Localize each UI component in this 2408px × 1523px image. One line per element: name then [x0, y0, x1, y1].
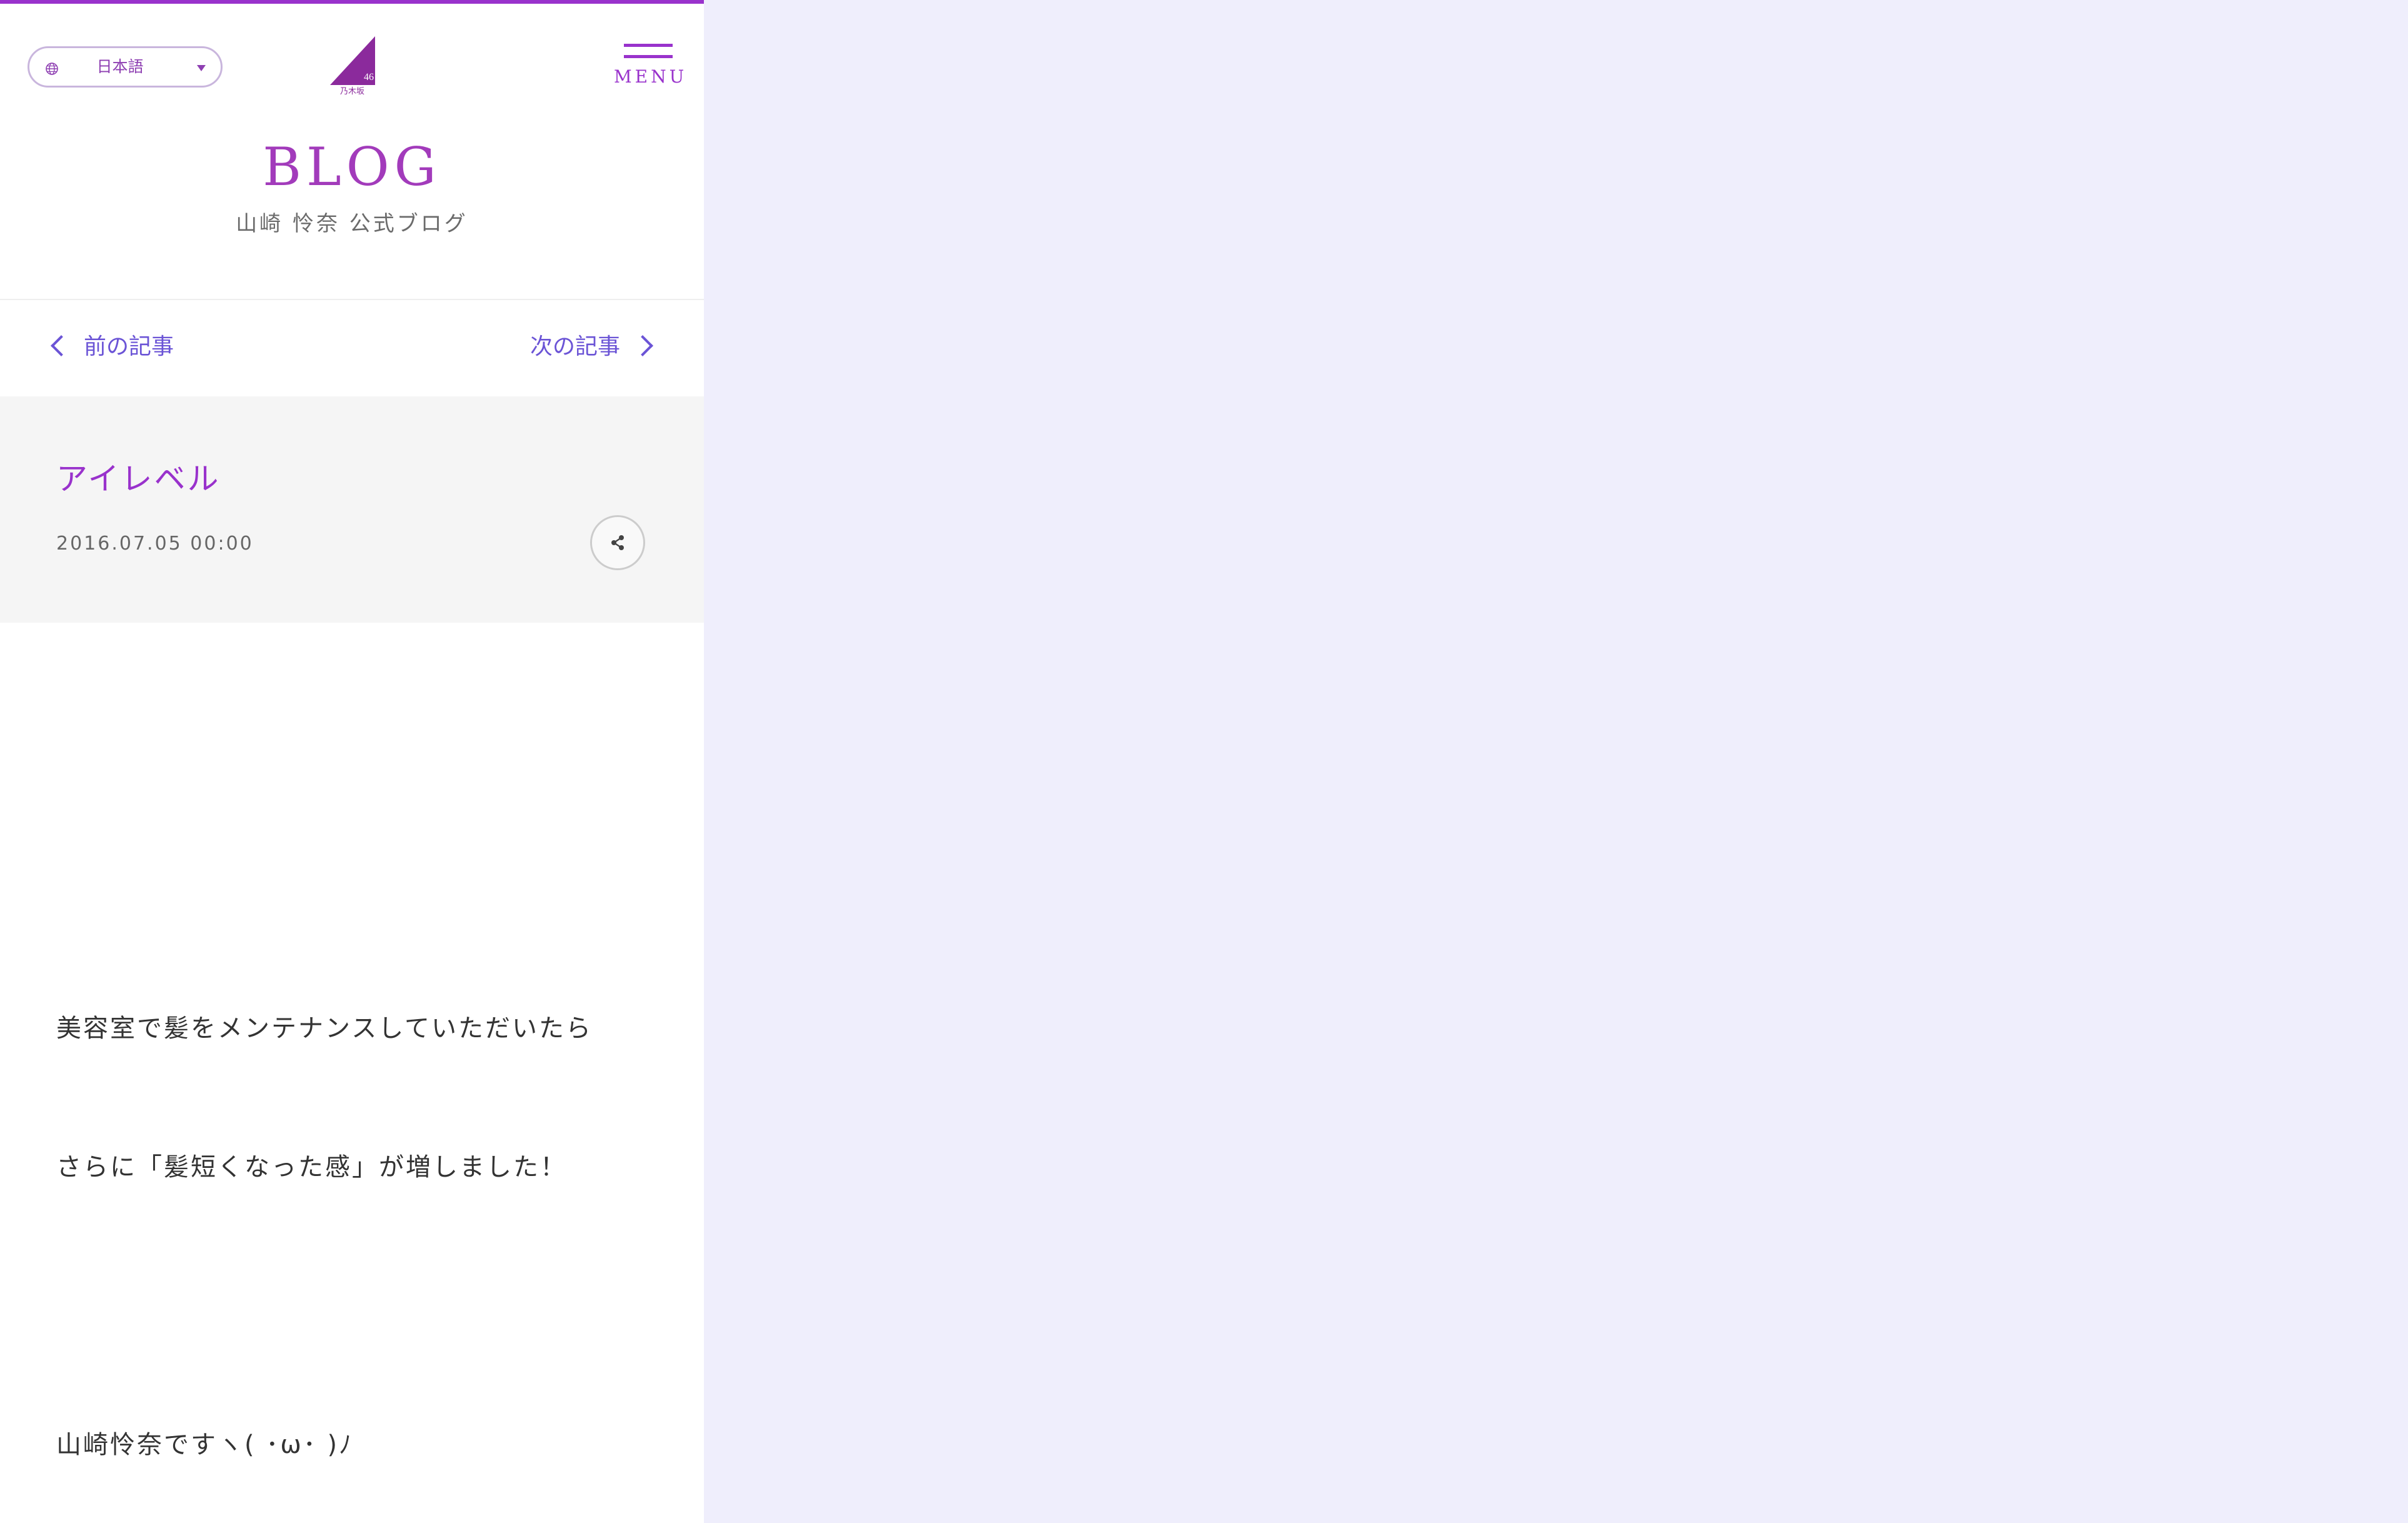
next-article-link[interactable]: 次の記事: [530, 326, 654, 368]
menu-button[interactable]: MENU: [614, 41, 688, 94]
hamburger-icon: [624, 44, 673, 47]
article-paragraph: 美容室で髪をメンテナンスしていただいたら: [56, 1014, 593, 1043]
prev-article-label: 前の記事: [84, 334, 174, 359]
divider: [0, 299, 704, 300]
prev-article-link[interactable]: 前の記事: [50, 326, 174, 368]
next-article-label: 次の記事: [529, 334, 620, 359]
article-paragraph: さらに「髪短くなった感」が増しました！: [56, 1153, 567, 1182]
article-paragraph: 山崎怜奈ですヽ( ･ω･ )ﾉ: [56, 1430, 354, 1459]
chevron-down-icon: [197, 65, 206, 71]
top-accent-bar: [0, 0, 704, 4]
chevron-left-icon: [51, 335, 72, 356]
language-selector[interactable]: 日本語: [28, 46, 223, 88]
page-subtitle: 山崎 怜奈 公式ブログ: [236, 211, 468, 236]
share-icon: [611, 535, 624, 550]
logo-number: 46: [364, 72, 374, 83]
hamburger-icon: [624, 55, 673, 58]
page-title: BLOG: [263, 136, 441, 198]
nogizaka46-logo[interactable]: 46 乃木坂: [326, 34, 378, 95]
language-selected-label: 日本語: [96, 58, 144, 76]
article-date: 2016.07.05 00:00: [56, 533, 254, 555]
empty-background-area: [704, 0, 2408, 1523]
globe-icon: [46, 63, 58, 75]
article-header: アイレベル 2016.07.05 00:00: [0, 396, 704, 623]
logo-text: 乃木坂: [340, 87, 364, 95]
article-title: アイレベル: [56, 461, 221, 497]
share-button[interactable]: [590, 515, 645, 570]
chevron-right-icon: [632, 335, 653, 356]
blog-page-panel: 日本語 46 乃木坂 MENU BLOG 山崎 怜奈 公式ブログ 前の記事 次の…: [0, 0, 704, 1523]
menu-label: MENU: [614, 66, 688, 87]
